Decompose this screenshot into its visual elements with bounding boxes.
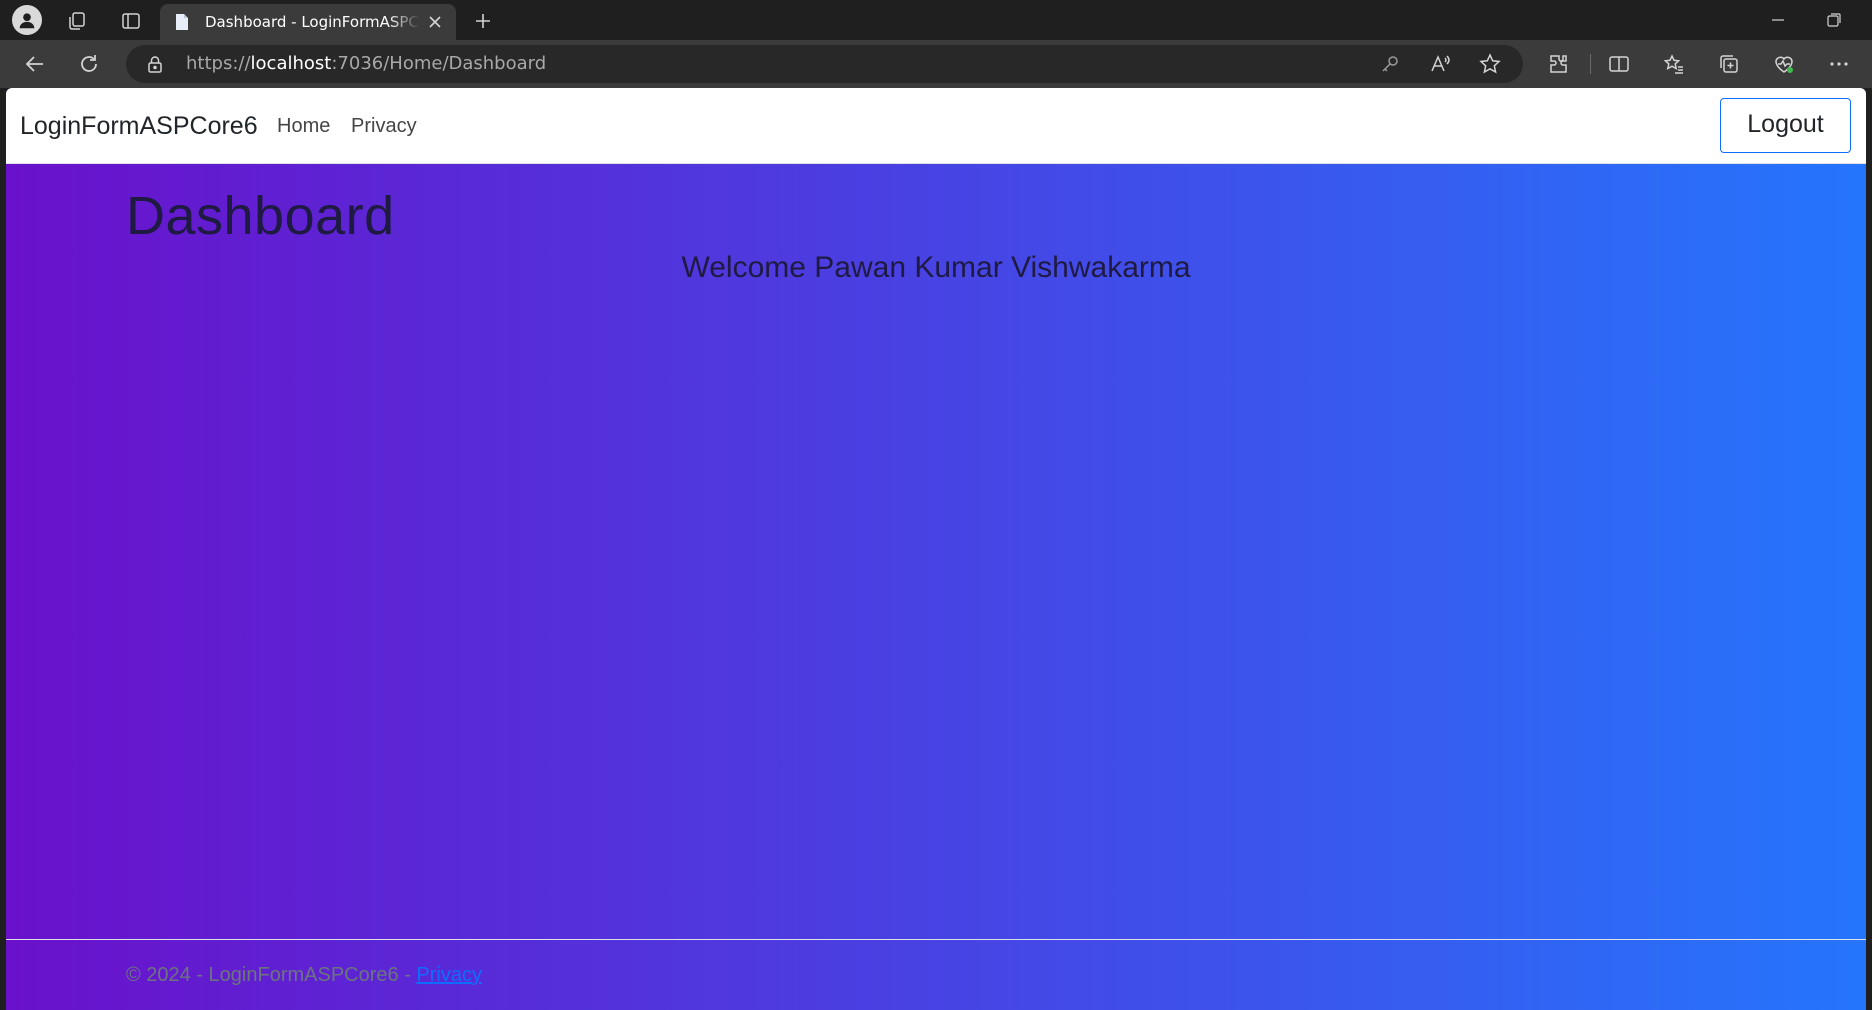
read-aloud-icon[interactable] — [1422, 46, 1458, 82]
address-bar[interactable]: https://localhost:7036/Home/Dashboard — [126, 45, 1523, 83]
split-screen-icon[interactable] — [1601, 46, 1637, 82]
navbar-brand[interactable]: LoginFormASPCore6 — [20, 88, 258, 164]
extensions-icon[interactable] — [1540, 46, 1576, 82]
welcome-message: Welcome Pawan Kumar Vishwakarma — [681, 251, 1191, 284]
page-content: LoginFormASPCore6 Home Privacy Logout Da… — [6, 88, 1866, 1010]
navbar: LoginFormASPCore6 Home Privacy Logout — [6, 88, 1866, 164]
browser-essentials-icon[interactable] — [1766, 46, 1802, 82]
url-host: localhost — [250, 53, 332, 74]
profile-icon[interactable] — [12, 5, 42, 35]
lock-icon[interactable] — [146, 55, 164, 73]
page-title: Dashboard — [126, 186, 395, 246]
nav-link-home[interactable]: Home — [277, 88, 330, 164]
footer-privacy-link[interactable]: Privacy — [416, 964, 482, 986]
nav-link-privacy[interactable]: Privacy — [351, 88, 417, 164]
footer: © 2024 - LoginFormASPCore6 - Privacy — [6, 939, 1866, 1010]
browser-toolbar: https://localhost:7036/Home/Dashboard — [0, 40, 1872, 88]
url-text: https://localhost:7036/Home/Dashboard — [186, 45, 546, 83]
active-tab[interactable]: Dashboard - LoginFormASPCore6 — [160, 4, 456, 40]
url-scheme: https:// — [186, 53, 251, 74]
more-options-icon[interactable] — [1821, 46, 1857, 82]
favorites-icon[interactable] — [1656, 46, 1692, 82]
page-icon — [173, 13, 191, 31]
toolbar-divider — [1590, 54, 1591, 74]
refresh-icon[interactable] — [71, 46, 107, 82]
vertical-tabs-icon[interactable] — [118, 8, 144, 34]
tab-title: Dashboard - LoginFormASPCore6 — [205, 13, 420, 31]
browser-tab-bar: Dashboard - LoginFormASPCore6 — [0, 0, 1872, 40]
footer-copyright: © 2024 - LoginFormASPCore6 - — [126, 964, 417, 986]
close-tab-icon[interactable] — [426, 13, 444, 31]
restore-icon[interactable] — [1806, 0, 1862, 40]
favorite-star-icon[interactable] — [1472, 46, 1508, 82]
minimize-icon[interactable] — [1750, 0, 1806, 40]
new-tab-icon[interactable] — [470, 8, 496, 34]
workspaces-icon[interactable] — [64, 8, 90, 34]
collections-icon[interactable] — [1711, 46, 1747, 82]
url-path: :7036/Home/Dashboard — [331, 53, 547, 74]
password-key-icon[interactable] — [1372, 46, 1408, 82]
back-icon[interactable] — [17, 46, 53, 82]
logout-button[interactable]: Logout — [1720, 98, 1851, 153]
footer-text: © 2024 - LoginFormASPCore6 - Privacy — [126, 964, 482, 987]
